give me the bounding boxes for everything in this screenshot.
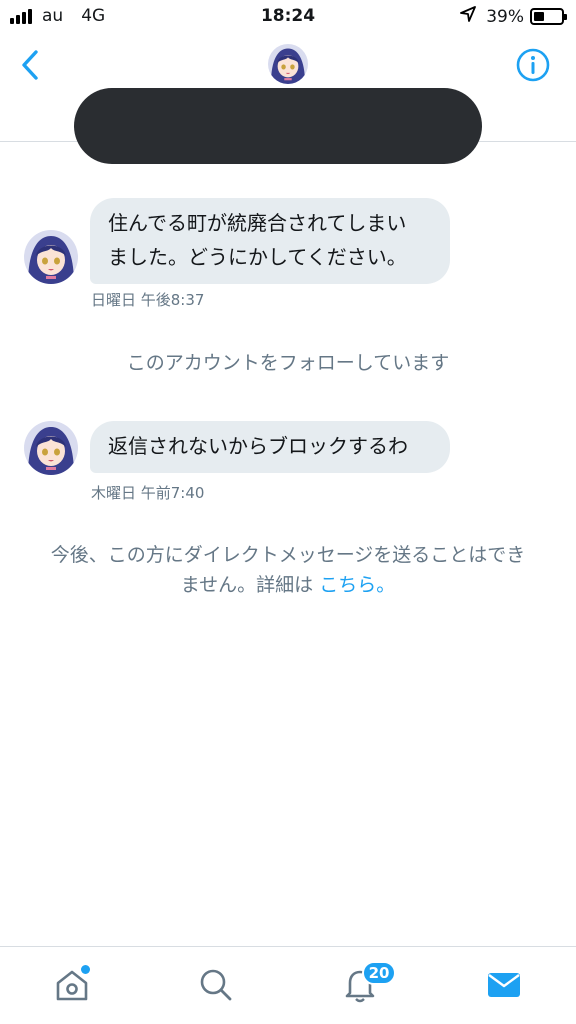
tab-messages[interactable]: [484, 965, 524, 1005]
dm-notice-line: 今後、この方にダイレクトメッセージを送ることはでき: [50, 544, 526, 566]
message-row: 返信されないからブロックするわ 木曜日 午前7:40: [0, 421, 576, 511]
message-timestamp: 木曜日 午前7:40: [91, 484, 205, 502]
notifications-badge: 20: [362, 961, 396, 985]
message-bubble[interactable]: 返信されないからブロックするわ: [90, 421, 450, 473]
message-text-line: 住んでる町が統廃合されてしまい: [108, 211, 407, 235]
chevron-left-icon: [22, 50, 38, 80]
dm-blocked-notice: 今後、この方にダイレクトメッセージを送ることはでき ません。詳細は こちら。: [12, 540, 564, 600]
new-content-dot: [81, 965, 90, 974]
message-bubble[interactable]: 住んでる町が統廃合されてしまい ました。どうにかしてください。: [90, 198, 450, 284]
tab-search[interactable]: [196, 965, 236, 1005]
sender-avatar[interactable]: [24, 421, 78, 475]
back-button[interactable]: [16, 48, 46, 82]
sender-avatar[interactable]: [24, 230, 78, 284]
status-bar: au 4G 18:24 39%: [0, 0, 576, 34]
battery-icon: [530, 8, 567, 25]
mail-icon: [488, 973, 520, 997]
message-text-line: ました。どうにかしてください。: [108, 245, 407, 269]
search-icon: [200, 969, 232, 1001]
dm-notice-line2: ません。詳細は こちら。: [12, 570, 564, 600]
message-row: 住んでる町が統廃合されてしまい ました。どうにかしてください。 日曜日 午後8:…: [0, 198, 576, 318]
message-text-line: 返信されないからブロックするわ: [108, 434, 408, 458]
location-arrow-icon: [460, 6, 477, 27]
battery-percent: 39%: [486, 6, 524, 27]
tab-bar: 20: [0, 946, 576, 1024]
dm-notice-text: ません。詳細は: [180, 574, 320, 596]
redacted-username: [74, 88, 482, 164]
status-right: 39%: [460, 6, 567, 27]
tab-home[interactable]: [52, 965, 92, 1005]
dm-conversation-screen: au 4G 18:24 39% 住んでる町が統廃合されてしまい ました。どうにか…: [0, 0, 576, 1024]
details-link[interactable]: こちら。: [319, 574, 395, 596]
message-timestamp: 日曜日 午後8:37: [91, 291, 205, 309]
info-button[interactable]: [516, 48, 550, 82]
follow-status-note: このアカウントをフォローしています: [126, 352, 450, 374]
tab-notifications[interactable]: 20: [340, 961, 396, 1005]
conversation-header: [0, 34, 576, 164]
header-avatar[interactable]: [268, 44, 308, 84]
info-icon: [516, 48, 550, 82]
